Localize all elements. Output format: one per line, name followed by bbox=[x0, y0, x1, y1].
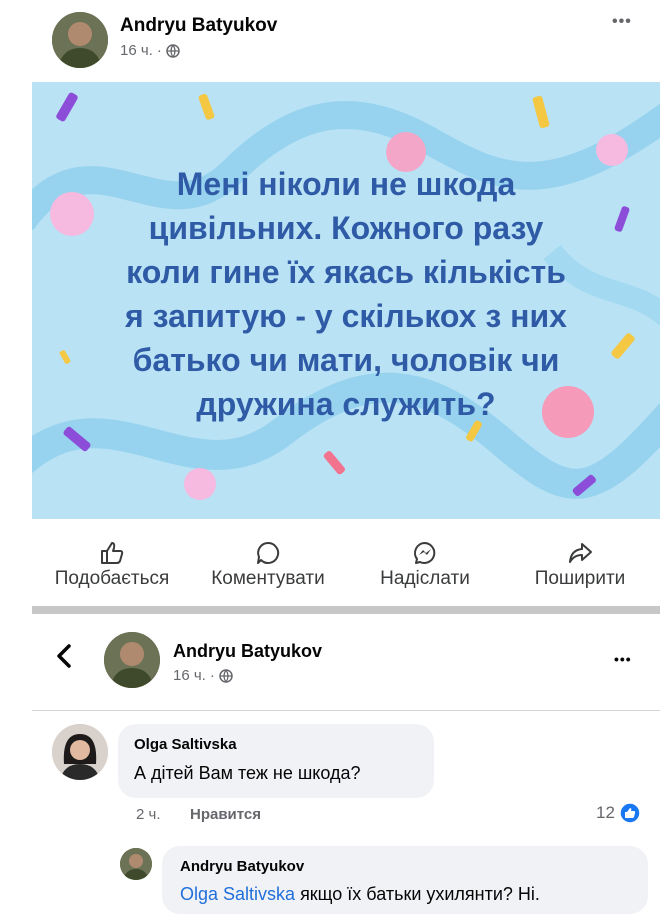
share-label: Поширити bbox=[534, 568, 626, 589]
comment-author[interactable]: Olga Saltivska bbox=[134, 736, 237, 753]
post-author-name[interactable]: Andryu Batyukov bbox=[120, 15, 277, 37]
send-button[interactable]: Надіслати bbox=[345, 538, 505, 590]
image-text-line: дружина служить? bbox=[196, 386, 496, 422]
avatar-photo bbox=[52, 12, 108, 68]
reply-author[interactable]: Andryu Batyukov bbox=[180, 858, 304, 875]
reply-avatar[interactable] bbox=[120, 848, 152, 880]
reply-body: якщо їх батьки ухилянти? Ні. bbox=[295, 884, 540, 904]
comment-text: А дітей Вам теж не шкода? bbox=[134, 763, 361, 783]
like-badge-icon bbox=[619, 802, 641, 824]
header-divider bbox=[32, 710, 660, 711]
comment-time: 2 ч. bbox=[136, 806, 161, 823]
detail-author-name[interactable]: Andryu Batyukov bbox=[173, 641, 322, 662]
comment-button[interactable]: Коментувати bbox=[188, 538, 348, 590]
section-divider bbox=[32, 606, 660, 614]
post-meta: 16 ч. · bbox=[120, 42, 180, 59]
share-button[interactable]: Поширити bbox=[500, 538, 660, 590]
comment-icon bbox=[257, 541, 280, 564]
like-label: Подобається bbox=[54, 568, 170, 589]
meta-dot: · bbox=[156, 42, 162, 59]
send-label: Надіслати bbox=[380, 568, 470, 589]
back-button[interactable] bbox=[52, 642, 76, 675]
avatar-photo bbox=[52, 724, 108, 780]
commenter-avatar[interactable] bbox=[52, 724, 108, 780]
image-text-line: Мені ніколи не шкода bbox=[176, 166, 516, 202]
comment-bubble[interactable]: Olga Saltivska А дітей Вам теж не шкода? bbox=[118, 724, 434, 798]
reaction-count-group[interactable]: 12 bbox=[596, 802, 641, 824]
post-image[interactable]: Мені ніколи не шкода цивільних. Кожного … bbox=[32, 82, 660, 519]
messenger-icon bbox=[414, 542, 436, 564]
detail-meta: 16 ч. · bbox=[173, 667, 233, 684]
author-avatar[interactable] bbox=[52, 12, 108, 68]
post-image-text: Мені ніколи не шкода цивільних. Кожного … bbox=[72, 162, 620, 426]
image-text-line: цивільних. Кожного разу bbox=[148, 210, 544, 246]
avatar-photo bbox=[104, 632, 160, 688]
reaction-count: 12 bbox=[596, 803, 615, 822]
detail-author-avatar[interactable] bbox=[104, 632, 160, 688]
reply-text: Olga Saltivska якщо їх батьки ухилянти? … bbox=[180, 884, 540, 905]
image-text-line: коли гине їх якась кількість bbox=[126, 254, 566, 290]
avatar-photo bbox=[120, 848, 152, 880]
like-button[interactable]: Подобається bbox=[32, 538, 192, 590]
image-text-line: батько чи мати, чоловік чи bbox=[132, 342, 560, 378]
globe-icon bbox=[166, 43, 180, 58]
chevron-left-icon bbox=[57, 644, 71, 668]
reply-mention-link[interactable]: Olga Saltivska bbox=[180, 884, 295, 904]
post-time[interactable]: 16 ч. bbox=[120, 42, 153, 59]
comment-like-button[interactable]: Нравится bbox=[190, 806, 261, 823]
detail-time[interactable]: 16 ч. bbox=[173, 667, 206, 684]
detail-more-icon[interactable]: ••• bbox=[614, 652, 632, 666]
image-text-line: я запитую - у скількох з них bbox=[125, 298, 567, 334]
reply-bubble[interactable]: Andryu Batyukov Olga Saltivska якщо їх б… bbox=[162, 846, 648, 914]
share-icon bbox=[569, 543, 592, 563]
like-icon bbox=[101, 542, 124, 564]
globe-icon bbox=[219, 668, 233, 683]
meta-dot: · bbox=[209, 667, 215, 684]
comment-label: Коментувати bbox=[211, 568, 325, 589]
post-more-icon[interactable]: ••• bbox=[612, 14, 632, 30]
